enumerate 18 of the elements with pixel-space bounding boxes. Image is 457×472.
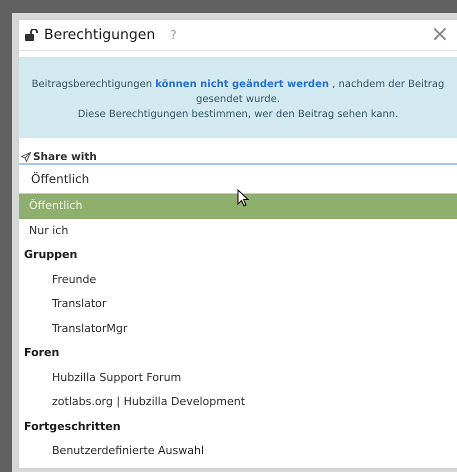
group-heading: Foren xyxy=(23,345,60,361)
group-heading: Gruppen xyxy=(23,247,78,263)
dropdown-option[interactable]: Nur ich xyxy=(19,218,457,243)
notice-text: Diese Berechtigungen bestimmen, wer den Beitrag sehen kann. xyxy=(76,108,400,122)
dropdown-option[interactable]: Benutzerdefinierte Auswahl xyxy=(19,439,457,464)
notice-text: Beitragsberechtigungen können nicht geändert werden , nachdem der Beitrag gesendet wurde. xyxy=(30,78,446,107)
dropdown-option[interactable]: Hubzilla Support Forum xyxy=(19,366,457,390)
dropdown-option[interactable]: TranslatorMgr xyxy=(19,316,457,341)
close-button[interactable]: × xyxy=(430,24,449,46)
mouse-cursor-icon xyxy=(237,189,249,207)
group-heading: Fortgeschritten xyxy=(23,418,122,434)
send-icon xyxy=(21,152,31,162)
dialog-title: Berechtigungen xyxy=(44,27,156,43)
dropdown-option[interactable]: zotlabs.org | Hubzilla Development xyxy=(19,390,457,414)
dropdown-option[interactable]: Translator xyxy=(19,292,457,316)
dropdown-option[interactable]: Freunde xyxy=(19,268,457,292)
share-label: Share with xyxy=(33,150,97,162)
unlock-icon xyxy=(25,29,39,41)
